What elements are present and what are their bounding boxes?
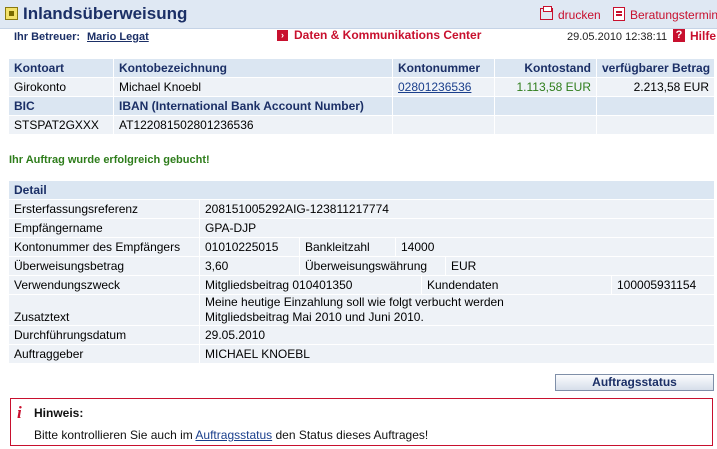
detail-header-row: Detail <box>9 181 714 200</box>
detail-label: Empfängername <box>9 219 199 237</box>
detail-row: Überweisungsbetrag 3,60 Überweisungswähr… <box>9 257 714 276</box>
bic-iban-header-row: BIC IBAN (International Bank Account Num… <box>9 97 714 116</box>
arrow-right-icon[interactable]: › <box>277 30 288 41</box>
timestamp: 29.05.2010 12:38:11 <box>567 31 668 43</box>
bic-value: STSPAT2GXXX <box>9 116 113 134</box>
account-header-row: Kontoart Kontobezeichnung Kontonummer Ko… <box>9 59 714 78</box>
detail-value: Mitgliedsbeitrag 010401350 <box>199 276 421 294</box>
detail-row: Empfängername GPA-DJP <box>9 219 714 238</box>
col-verfuegbarer-betrag: verfügbarer Betrag <box>596 59 714 77</box>
success-message: Ihr Auftrag wurde erfolgreich gebucht! <box>9 154 210 166</box>
detail-label: Durchführungsdatum <box>9 326 199 344</box>
account-name: Michael Knoebl <box>113 78 392 96</box>
detail-label: Kontonummer des Empfängers <box>9 238 199 256</box>
detail-label: Ersterfassungsreferenz <box>9 200 199 218</box>
detail-row: Durchführungsdatum 29.05.2010 <box>9 326 714 345</box>
col-bic: BIC <box>9 97 113 115</box>
col-kontobezeichnung: Kontobezeichnung <box>113 59 392 77</box>
detail-row: Auftraggeber MICHAEL KNOEBL <box>9 345 714 364</box>
detail-label: Überweisungsbetrag <box>9 257 199 275</box>
bic-iban-row: STSPAT2GXXX AT122081502801236536 <box>9 116 714 135</box>
empty-header-cell <box>392 97 494 115</box>
advisor-link[interactable]: Mario Legat <box>87 31 149 43</box>
calendar-icon[interactable] <box>613 7 625 21</box>
detail-label: Verwendungszweck <box>9 276 199 294</box>
notice-text-before: Bitte kontrollieren Sie auch im <box>34 428 196 442</box>
detail-label: Überweisungswährung <box>299 257 445 275</box>
detail-label: Auftraggeber <box>9 345 199 363</box>
account-type: Girokonto <box>9 78 113 96</box>
col-iban: IBAN (International Bank Account Number) <box>113 97 392 115</box>
advisor-label: Ihr Betreuer: <box>14 31 81 43</box>
detail-label: Bankleitzahl <box>299 238 395 256</box>
detail-value: 208151005292AIG-123811217774 <box>199 200 714 218</box>
col-kontonummer: Kontonummer <box>392 59 494 77</box>
account-number-link[interactable]: 02801236536 <box>398 80 471 94</box>
detail-value: 01010225015 <box>199 238 299 256</box>
iban-value: AT122081502801236536 <box>113 116 392 134</box>
empty-header-cell <box>494 97 596 115</box>
notice-text: Bitte kontrollieren Sie auch im Auftrags… <box>34 428 428 442</box>
detail-value: 100005931154 <box>611 276 714 294</box>
notice-title: Hinweis: <box>34 406 84 420</box>
notice-text-after: den Status dieses Auftrages! <box>272 428 429 442</box>
detail-value: MICHAEL KNOEBL <box>199 345 714 363</box>
title-bar: Inlandsüberweisung drucken Beratungsterm… <box>0 0 717 29</box>
empty-cell <box>596 116 714 134</box>
detail-label: Zusatztext <box>9 295 199 325</box>
detail-value: 14000 <box>395 238 714 256</box>
page-title: Inlandsüberweisung <box>23 4 188 23</box>
data-communication-center-link[interactable]: Daten & Kommunikations Center <box>294 28 481 42</box>
detail-value: 3,60 <box>199 257 299 275</box>
extra-text-line: Meine heutige Einzahlung soll wie folgt … <box>205 295 504 309</box>
appointment-link[interactable]: Beratungstermin <box>630 8 717 22</box>
detail-row: Kontonummer des Empfängers 01010225015 B… <box>9 238 714 257</box>
detail-row: Ersterfassungsreferenz 208151005292AIG-1… <box>9 200 714 219</box>
detail-value: Meine heutige Einzahlung soll wie folgt … <box>199 295 714 325</box>
info-icon: i <box>17 403 22 422</box>
help-link[interactable]: Hilfe <box>690 29 716 43</box>
empty-header-cell <box>596 97 714 115</box>
account-row: Girokonto Michael Knoebl 02801236536 1.1… <box>9 78 714 97</box>
notice-box: i Hinweis: Bitte kontrollieren Sie auch … <box>10 398 713 446</box>
printer-icon[interactable] <box>540 6 553 20</box>
account-balance: 1.113,58 EUR <box>494 78 596 96</box>
empty-cell <box>494 116 596 134</box>
order-status-link[interactable]: Auftragsstatus <box>195 428 272 442</box>
order-status-button[interactable]: Auftragsstatus <box>555 374 714 391</box>
help-icon[interactable]: ? <box>673 29 685 42</box>
account-available: 2.213,58 EUR <box>596 78 714 96</box>
extra-text-line: Mitgliedsbeitrag Mai 2010 und Juni 2010. <box>205 310 424 324</box>
detail-row: Zusatztext Meine heutige Einzahlung soll… <box>9 295 714 326</box>
empty-cell <box>392 116 494 134</box>
col-kontoart: Kontoart <box>9 59 113 77</box>
detail-label: Kundendaten <box>421 276 611 294</box>
detail-header: Detail <box>9 181 714 199</box>
detail-row: Verwendungszweck Mitgliedsbeitrag 010401… <box>9 276 714 295</box>
transfer-icon <box>5 7 18 20</box>
print-link[interactable]: drucken <box>558 8 601 22</box>
account-number-cell: 02801236536 <box>392 78 494 96</box>
col-kontostand: Kontostand <box>494 59 596 77</box>
detail-value: 29.05.2010 <box>199 326 714 344</box>
detail-value: GPA-DJP <box>199 219 714 237</box>
detail-value: EUR <box>445 257 714 275</box>
